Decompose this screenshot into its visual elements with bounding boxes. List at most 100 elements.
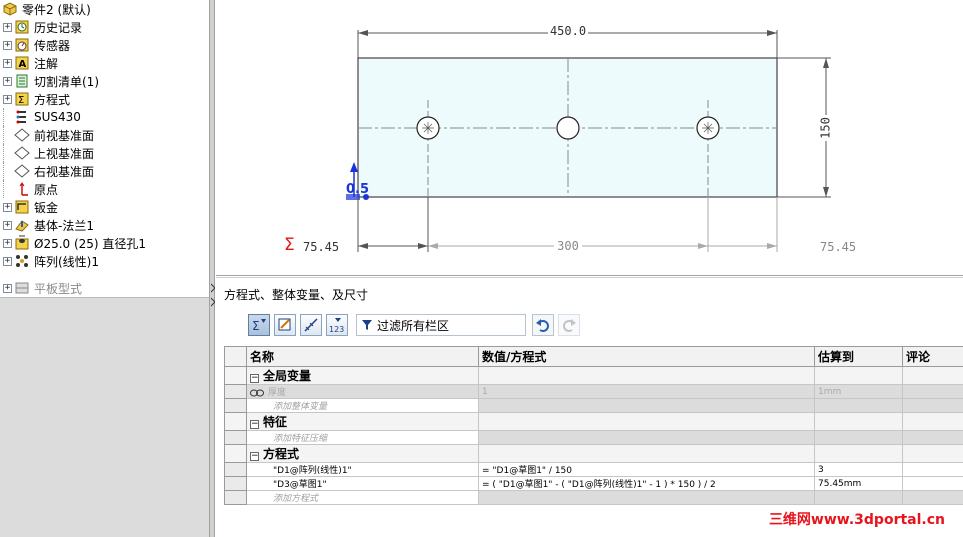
tree-item-label: 阵列(线性)1	[34, 254, 99, 269]
sensor-icon	[14, 37, 30, 53]
tree-item-material[interactable]: SUS430	[0, 108, 81, 126]
collapse-icon[interactable]: −	[250, 452, 259, 461]
column-header-comment[interactable]: 评论	[902, 346, 963, 367]
table-row[interactable]: 厚度 1 1mm	[224, 384, 963, 399]
column-header-value[interactable]: 数值/方程式	[478, 346, 815, 367]
sigma-filter-icon: Σ	[252, 319, 266, 333]
expand-icon[interactable]: +	[3, 238, 12, 248]
tree-item-label: SUS430	[34, 110, 81, 124]
tree-item-sheet-metal[interactable]: + 钣金	[0, 198, 58, 216]
column-header-name[interactable]: 名称	[246, 346, 479, 367]
undo-icon	[536, 319, 549, 332]
expand-icon[interactable]: +	[3, 283, 12, 293]
equation-icon: Σ	[14, 91, 30, 107]
equation-comment[interactable]	[902, 462, 963, 477]
collapse-icon[interactable]: −	[250, 420, 259, 429]
equations-dialog: 方程式、整体变量、及尺寸 Σ 123 过滤所有栏区 名称 数值/方程式 估算到 …	[216, 277, 963, 537]
add-equation-cell[interactable]: 添加方程式	[246, 490, 479, 505]
filter-icon	[362, 320, 372, 330]
table-row[interactable]: 添加特征压缩	[224, 430, 963, 445]
add-feature-suppression-cell[interactable]: 添加特征压缩	[246, 430, 479, 445]
tree-item-label: Ø25.0 (25) 直径孔1	[34, 236, 147, 251]
dimension-view-icon	[304, 318, 318, 332]
equations-table: 名称 数值/方程式 估算到 评论 − 全局变量 厚度 1 1mm 添加整体变量 −…	[224, 346, 963, 505]
plane-icon	[14, 163, 30, 179]
feature-manager-tree: 零件2 (默认) + 历史记录 + 传感器 + A 注解 + 切割清单(1) +…	[0, 0, 210, 537]
section-equations[interactable]: − 方程式	[246, 444, 479, 463]
section-global-variables[interactable]: − 全局变量	[246, 366, 479, 385]
tree-item-history[interactable]: + 历史记录	[0, 18, 82, 36]
tree-item-label: 方程式	[34, 92, 71, 107]
sheetmetal-icon	[14, 199, 30, 215]
expand-icon[interactable]: +	[3, 58, 12, 68]
equation-comment[interactable]	[902, 476, 963, 491]
filter-field[interactable]: 过滤所有栏区	[356, 314, 526, 336]
row-header-corner	[224, 346, 247, 367]
table-row[interactable]: "D1@阵列(线性)1" = "D1@草图1" / 150 3	[224, 462, 963, 477]
tree-item-hole[interactable]: + Ø25.0 (25) 直径孔1	[0, 234, 146, 252]
global-variable-value[interactable]: 1	[478, 384, 815, 399]
tree-item-label: 零件2 (默认)	[22, 2, 91, 17]
dimension-view-button[interactable]	[300, 314, 322, 336]
dimension-left: 75.45	[303, 240, 339, 254]
equation-view-button[interactable]: Σ	[248, 314, 270, 336]
tree-item-annotations[interactable]: + A 注解	[0, 54, 58, 72]
global-variable-name[interactable]: 厚度	[246, 384, 479, 399]
tree-item-base-flange[interactable]: + 基体-法兰1	[0, 216, 94, 234]
equation-value[interactable]: = "D1@草图1" / 150	[478, 462, 815, 477]
tree-item-origin[interactable]: 原点	[0, 180, 58, 198]
section-features[interactable]: − 特征	[246, 412, 479, 431]
expand-icon[interactable]: +	[3, 40, 12, 50]
ordered-view-button[interactable]: 123	[326, 314, 348, 336]
tree-item-label: 平板型式	[34, 281, 83, 296]
graphics-area[interactable]: 450.0 150 0.5 Σ 75.45 300 75.45	[216, 0, 963, 276]
splitter-grip-icon[interactable]	[210, 282, 216, 310]
equation-value[interactable]: = ( "D1@草图1" - ( "D1@阵列(线性)1" - 1 ) * 15…	[478, 476, 815, 491]
expand-icon[interactable]: +	[3, 22, 12, 32]
dialog-title: 方程式、整体变量、及尺寸	[224, 288, 369, 302]
equations-toolbar: Σ 123 过滤所有栏区	[248, 313, 580, 337]
tree-item-part[interactable]: 零件2 (默认)	[0, 0, 91, 18]
collapse-icon[interactable]: −	[250, 374, 259, 383]
tree-item-cut-list[interactable]: + 切割清单(1)	[0, 72, 99, 90]
part-icon	[2, 1, 18, 17]
table-row[interactable]: "D3@草图1" = ( "D1@草图1" - ( "D1@阵列(线性)1" -…	[224, 476, 963, 491]
tree-item-flat-pattern[interactable]: + 平板型式	[0, 279, 82, 297]
tree-item-label: 原点	[34, 182, 59, 197]
sketch-canvas[interactable]: 450.0 150 0.5 Σ 75.45 300 75.45	[216, 0, 963, 276]
expand-icon[interactable]: +	[3, 202, 12, 212]
tree-item-label: 前视基准面	[34, 128, 95, 143]
undo-button[interactable]	[532, 314, 554, 336]
history-icon	[14, 19, 30, 35]
tree-item-top-plane[interactable]: 上视基准面	[0, 144, 94, 162]
equation-name[interactable]: "D1@阵列(线性)1"	[246, 462, 479, 477]
expand-icon[interactable]: +	[3, 256, 12, 266]
tree-item-front-plane[interactable]: 前视基准面	[0, 126, 94, 144]
expand-icon[interactable]: +	[3, 94, 12, 104]
filter-label: 过滤所有栏区	[377, 318, 450, 333]
tree-item-label: 基体-法兰1	[34, 218, 94, 233]
linear-pattern-icon	[14, 253, 30, 269]
column-header-estimate[interactable]: 估算到	[814, 346, 903, 367]
table-row[interactable]: 添加方程式	[224, 490, 963, 505]
panel-splitter[interactable]	[210, 0, 215, 537]
expand-icon[interactable]: +	[3, 220, 12, 230]
sigma-equation-icon: Σ	[284, 235, 295, 255]
add-global-variable-cell[interactable]: 添加整体变量	[246, 398, 479, 413]
table-row[interactable]: 添加整体变量	[224, 398, 963, 413]
plane-icon	[14, 127, 30, 143]
tree-item-equations[interactable]: + Σ 方程式	[0, 90, 70, 108]
sketch-equation-icon	[278, 318, 291, 331]
equation-estimate: 3	[814, 462, 903, 477]
tree-item-right-plane[interactable]: 右视基准面	[0, 162, 94, 180]
tree-item-linear-pattern[interactable]: + 阵列(线性)1	[0, 252, 99, 270]
dimension-height: 150	[819, 117, 833, 139]
equation-name[interactable]: "D3@草图1"	[246, 476, 479, 491]
redo-button[interactable]	[558, 314, 580, 336]
tree-item-sensors[interactable]: + 传感器	[0, 36, 70, 54]
svg-text:123: 123	[329, 325, 344, 333]
tree-empty-area	[0, 297, 209, 537]
sketch-equation-view-button[interactable]	[274, 314, 296, 336]
flat-pattern-icon	[14, 280, 30, 296]
expand-icon[interactable]: +	[3, 76, 12, 86]
